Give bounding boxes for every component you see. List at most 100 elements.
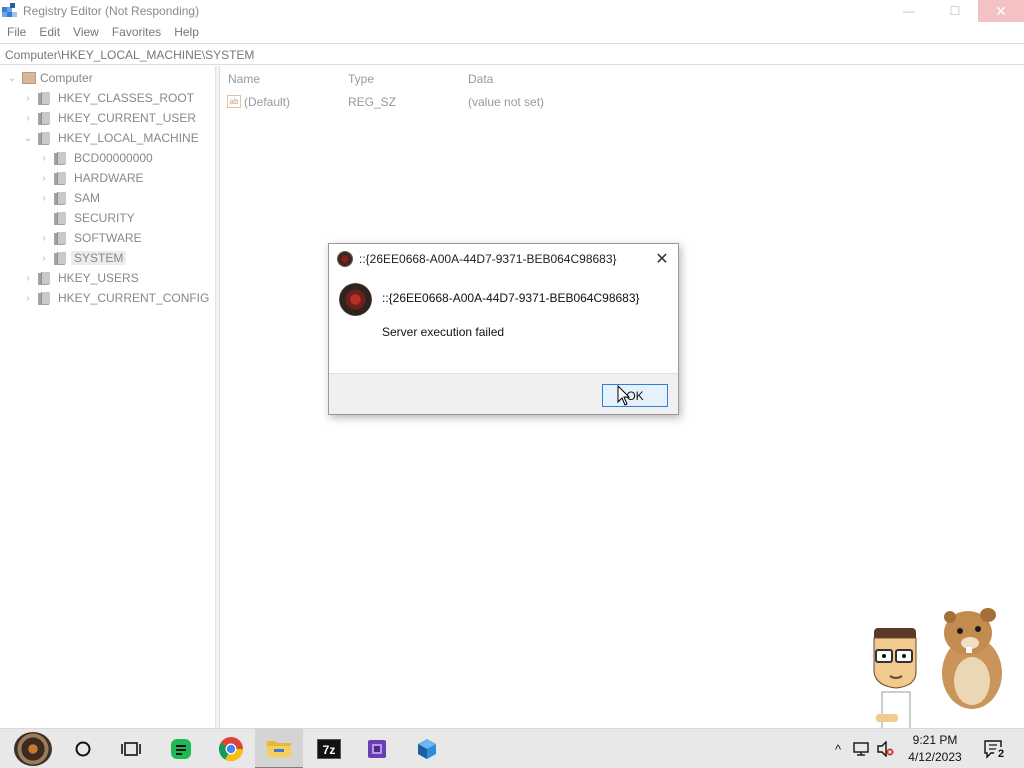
menu-help[interactable]: Help xyxy=(167,22,205,43)
string-value-icon: ab xyxy=(227,95,241,108)
taskbar-file-explorer[interactable] xyxy=(255,729,303,768)
volume-tray-button[interactable] xyxy=(874,729,896,768)
cpu-app-icon xyxy=(368,740,386,758)
tree-node-computer[interactable]: ⌄ Computer xyxy=(6,69,93,87)
registry-editor-icon xyxy=(2,3,17,17)
folder-icon xyxy=(54,231,66,245)
pane-splitter[interactable] xyxy=(216,66,220,728)
tree-node-hkey-current-user[interactable]: › HKEY_CURRENT_USER xyxy=(22,109,196,127)
menu-view[interactable]: View xyxy=(66,22,105,43)
chevron-right-icon[interactable]: › xyxy=(22,113,34,124)
folder-icon xyxy=(54,151,66,165)
registry-tree: ⌄ Computer › HKEY_CLASSES_ROOT › HKEY_CU… xyxy=(0,66,216,728)
green-chat-app-icon xyxy=(171,739,191,759)
tree-label: SECURITY xyxy=(74,211,135,225)
chevron-right-icon[interactable]: › xyxy=(38,173,50,184)
notifications-badge: 2 xyxy=(994,747,1008,761)
folder-icon xyxy=(54,171,66,185)
network-tray-button[interactable] xyxy=(850,729,872,768)
taskbar: 7z ^ 9:21 PM 4/12/2023 2 xyxy=(0,728,1024,768)
notifications-button[interactable]: 2 xyxy=(980,729,1008,768)
folder-icon xyxy=(38,291,50,305)
dialog-heading: ::{26EE0668-A00A-44D7-9371-BEB064C98683} xyxy=(382,291,640,305)
title-bar: Registry Editor (Not Responding) — ☐ ✕ xyxy=(0,0,1024,22)
tree-node-hardware[interactable]: › HARDWARE xyxy=(38,169,144,187)
chevron-right-icon[interactable]: › xyxy=(38,233,50,244)
task-view-button[interactable] xyxy=(107,729,155,768)
dialog-title: ::{26EE0668-A00A-44D7-9371-BEB064C98683} xyxy=(359,252,617,266)
folder-icon xyxy=(54,251,66,265)
cube-app-icon xyxy=(418,739,436,759)
tree-label: HARDWARE xyxy=(74,171,144,185)
tree-node-hkey-current-config[interactable]: › HKEY_CURRENT_CONFIG xyxy=(22,289,209,307)
tree-node-security[interactable]: SECURITY xyxy=(38,209,135,227)
menu-file[interactable]: File xyxy=(0,22,32,43)
dialog-title-bar: ::{26EE0668-A00A-44D7-9371-BEB064C98683} xyxy=(337,251,617,267)
taskbar-cube-app[interactable] xyxy=(403,729,451,768)
taskbar-cpu-app[interactable] xyxy=(353,729,401,768)
clock[interactable]: 9:21 PM 4/12/2023 xyxy=(900,732,970,766)
tray-overflow-button[interactable]: ^ xyxy=(828,729,848,768)
tree-node-hkey-local-machine[interactable]: ⌄ HKEY_LOCAL_MACHINE xyxy=(22,129,199,147)
error-icon xyxy=(339,283,372,316)
tree-node-software[interactable]: › SOFTWARE xyxy=(38,229,141,247)
file-explorer-icon xyxy=(267,741,291,757)
dialog-close-button[interactable]: ✕ xyxy=(651,248,673,270)
tree-label: HKEY_CLASSES_ROOT xyxy=(58,91,195,105)
menu-edit[interactable]: Edit xyxy=(32,22,66,43)
minimize-button[interactable]: — xyxy=(886,0,932,22)
7zip-icon: 7z xyxy=(317,739,341,759)
hamster-sticker-icon xyxy=(942,608,1002,709)
mouse-cursor-icon xyxy=(617,385,631,406)
tree-label: HKEY_USERS xyxy=(58,271,139,285)
chrome-icon xyxy=(218,737,243,762)
menu-favorites[interactable]: Favorites xyxy=(105,22,167,43)
folder-icon xyxy=(38,131,50,145)
menu-bar: File Edit View Favorites Help xyxy=(0,22,1024,43)
tree-node-bcd[interactable]: › BCD00000000 xyxy=(38,149,153,167)
tree-label: HKEY_CURRENT_CONFIG xyxy=(58,291,210,305)
dialog-app-icon xyxy=(337,251,353,267)
maximize-button[interactable]: ☐ xyxy=(932,0,978,22)
close-button[interactable]: ✕ xyxy=(978,0,1024,22)
clock-date: 4/12/2023 xyxy=(908,750,962,764)
tree-label: HKEY_LOCAL_MACHINE xyxy=(58,131,199,145)
folder-icon xyxy=(38,111,50,125)
start-button[interactable] xyxy=(9,729,57,768)
chevron-right-icon[interactable]: › xyxy=(38,193,50,204)
chevron-right-icon[interactable]: › xyxy=(22,293,34,304)
clock-time: 9:21 PM xyxy=(912,733,958,747)
column-header-data[interactable]: Data xyxy=(468,72,493,86)
chevron-right-icon[interactable]: › xyxy=(38,153,50,164)
search-button[interactable] xyxy=(59,729,107,768)
tree-node-system[interactable]: › SYSTEM xyxy=(38,249,127,267)
folder-icon xyxy=(54,191,66,205)
taskbar-7zip[interactable]: 7z xyxy=(305,729,353,768)
chevron-down-icon[interactable]: ⌄ xyxy=(6,73,18,84)
cartoon-character-icon xyxy=(873,628,917,730)
chevron-down-icon[interactable]: ⌄ xyxy=(22,133,34,144)
tree-node-hkey-users[interactable]: › HKEY_USERS xyxy=(22,269,139,287)
folder-icon xyxy=(38,91,50,105)
column-header-name[interactable]: Name xyxy=(228,72,260,86)
address-bar[interactable]: Computer\HKEY_LOCAL_MACHINE\SYSTEM xyxy=(0,43,1024,65)
network-icon xyxy=(853,742,869,756)
column-header-type[interactable]: Type xyxy=(348,72,374,86)
chevron-right-icon[interactable]: › xyxy=(22,93,34,104)
folder-icon xyxy=(38,271,50,285)
tree-node-hkey-classes-root[interactable]: › HKEY_CLASSES_ROOT xyxy=(22,89,194,107)
address-path[interactable]: Computer\HKEY_LOCAL_MACHINE\SYSTEM xyxy=(5,48,254,62)
value-name[interactable]: (Default) xyxy=(244,95,290,109)
taskbar-chrome[interactable] xyxy=(207,729,255,768)
chevron-right-icon[interactable]: › xyxy=(22,273,34,284)
search-circle-icon xyxy=(75,741,91,757)
tree-node-sam[interactable]: › SAM xyxy=(38,189,100,207)
taskbar-green-app[interactable] xyxy=(157,729,205,768)
start-orb-icon xyxy=(14,732,52,766)
chevron-right-icon[interactable]: › xyxy=(38,253,50,264)
tree-label: BCD00000000 xyxy=(74,151,153,165)
task-view-icon xyxy=(121,742,141,756)
window-title: Registry Editor (Not Responding) xyxy=(23,4,200,18)
ok-button[interactable]: OK xyxy=(602,384,668,407)
value-type: REG_SZ xyxy=(348,95,397,109)
